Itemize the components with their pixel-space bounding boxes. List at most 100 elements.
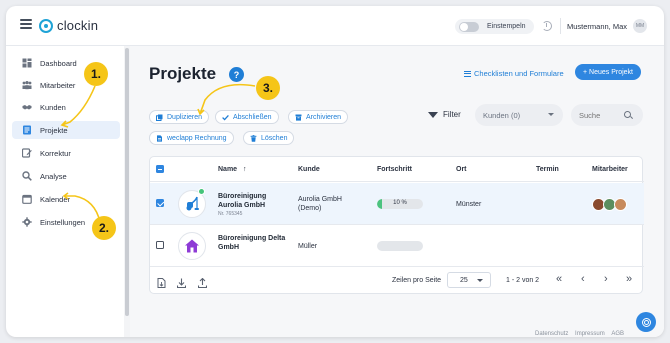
help-icon[interactable]: ? xyxy=(229,67,244,82)
sidebar-item-label: Kalender xyxy=(40,194,71,204)
sidebar-item-label: Mitarbeiter xyxy=(40,80,76,90)
app-window: clockin Einstempeln Mustermann, Max MM D… xyxy=(6,6,664,337)
row-checkbox[interactable] xyxy=(156,199,164,207)
users-icon xyxy=(22,80,32,90)
pagination-range: 1 - 2 von 2 xyxy=(506,277,540,284)
gear-icon xyxy=(22,217,32,227)
user-name[interactable]: Mustermann, Max xyxy=(567,22,627,31)
sidebar: Dashboard Mitarbeiter Kunden Projekte Ko… xyxy=(6,46,125,337)
progress-label: 10 % xyxy=(393,200,407,206)
clock-in-toggle[interactable]: Einstempeln xyxy=(455,19,534,34)
filter-button[interactable]: Filter xyxy=(428,110,461,119)
upload-icon[interactable] xyxy=(197,275,208,289)
first-page-button[interactable]: « xyxy=(556,274,562,285)
sidebar-item-label: Einstellungen xyxy=(40,217,86,227)
sidebar-item-label: Analyse xyxy=(40,171,67,181)
sidebar-item-korrektur[interactable]: Korrektur xyxy=(12,144,120,162)
project-number: Nr. 765345 xyxy=(218,211,243,217)
menu-icon[interactable] xyxy=(20,19,32,31)
trash-icon xyxy=(250,134,257,142)
column-header-progress[interactable]: Fortschritt xyxy=(377,166,412,173)
support-button[interactable] xyxy=(636,312,656,332)
sidebar-scrollbar-thumb[interactable] xyxy=(125,48,129,316)
search-icon xyxy=(22,171,32,181)
chevron-down-icon xyxy=(477,279,483,282)
imprint-link[interactable]: Impressum xyxy=(575,331,605,337)
terms-link[interactable]: AGB xyxy=(611,331,624,337)
column-header-location[interactable]: Ort xyxy=(456,166,467,173)
privacy-link[interactable]: Datenschutz xyxy=(535,331,568,337)
project-name[interactable]: Büroreinigung Delta GmbH xyxy=(218,234,288,252)
chevron-down-icon xyxy=(548,113,554,116)
new-project-button[interactable]: + Neues Projekt xyxy=(575,64,641,80)
archive-label: Archivieren xyxy=(306,113,342,121)
toggle-switch[interactable] xyxy=(459,21,479,32)
delete-button[interactable]: Löschen xyxy=(243,131,295,145)
select-all-checkbox[interactable] xyxy=(156,165,164,173)
avatar[interactable] xyxy=(614,198,627,211)
document-icon xyxy=(156,134,163,142)
app-name: clockin xyxy=(57,18,99,33)
divider xyxy=(560,18,561,34)
user-avatar[interactable]: MM xyxy=(633,19,647,33)
download-icon[interactable] xyxy=(176,275,187,289)
invoice-label: weclapp Rechnung xyxy=(167,134,227,142)
filter-label: Filter xyxy=(443,110,461,119)
customers-select[interactable]: Kunden (0) xyxy=(475,104,563,126)
search-input[interactable] xyxy=(571,104,643,126)
page-title: Projekte xyxy=(149,64,217,83)
progress-bar: 10 % xyxy=(377,199,423,209)
sidebar-item-analyse[interactable]: Analyse xyxy=(12,167,120,185)
clock-in-label: Einstempeln xyxy=(487,23,526,30)
app-logo[interactable]: clockin xyxy=(39,18,98,33)
sidebar-item-projekte[interactable]: Projekte xyxy=(12,121,120,139)
sidebar-item-label: Projekte xyxy=(40,125,68,135)
complete-label: Abschließen xyxy=(233,113,272,121)
row-checkbox[interactable] xyxy=(156,241,164,249)
sidebar-item-label: Korrektur xyxy=(40,148,71,158)
complete-button[interactable]: Abschließen xyxy=(215,110,279,124)
column-header-customer[interactable]: Kunde xyxy=(298,166,320,173)
rows-per-page-select[interactable]: 25 xyxy=(447,272,491,288)
copy-icon xyxy=(156,114,163,121)
clockin-logo-icon xyxy=(39,18,53,33)
sidebar-item-label: Kunden xyxy=(40,102,66,112)
last-page-button[interactable]: » xyxy=(626,274,632,285)
column-header-name[interactable]: Name ↑ xyxy=(218,166,247,173)
rows-per-page-value: 25 xyxy=(460,276,468,284)
rows-per-page-label: Zeilen pro Seite xyxy=(392,277,442,284)
table-footer: Zeilen pro Seite 25 1 - 2 von 2 « ‹ › » xyxy=(150,267,644,295)
project-name[interactable]: Büroreinigung Aurolia GmbH xyxy=(218,192,288,210)
history-icon[interactable] xyxy=(542,21,552,31)
list-icon xyxy=(464,70,471,77)
sidebar-item-kalender[interactable]: Kalender xyxy=(12,190,120,208)
export-file-icon[interactable] xyxy=(157,275,166,288)
column-header-name-label: Name xyxy=(218,166,238,173)
column-header-staff[interactable]: Mitarbeiter xyxy=(592,166,628,173)
handshake-icon xyxy=(22,102,32,112)
top-bar: clockin Einstempeln Mustermann, Max MM xyxy=(6,6,664,46)
main-content: Projekte ? Checklisten und Formulare + N… xyxy=(130,46,664,337)
prev-page-button[interactable]: ‹ xyxy=(581,274,585,285)
archive-button[interactable]: Archivieren xyxy=(288,110,349,124)
lifebuoy-icon xyxy=(641,317,651,327)
table-row[interactable]: Büroreinigung Aurolia GmbH Nr. 765345 Au… xyxy=(150,183,644,225)
projects-table: Name ↑ Kunde Fortschritt Ort Termin Mita… xyxy=(149,156,644,295)
table-row[interactable]: Büroreinigung Delta GmbH Müller xyxy=(150,225,644,267)
delete-label: Löschen xyxy=(261,134,288,142)
footer-links: Datenschutz Impressum AGB xyxy=(530,331,624,337)
checklists-link-label: Checklisten und Formulare xyxy=(474,69,564,78)
customers-select-value: Kunden (0) xyxy=(483,110,521,120)
column-header-date[interactable]: Termin xyxy=(536,166,559,173)
next-page-button[interactable]: › xyxy=(604,274,608,285)
duplicate-button[interactable]: Duplizieren xyxy=(149,110,210,124)
checklists-link[interactable]: Checklisten und Formulare xyxy=(464,69,564,78)
projects-icon xyxy=(22,125,32,135)
search-icon[interactable] xyxy=(624,111,631,118)
progress-bar xyxy=(377,241,423,251)
filter-icon xyxy=(428,111,438,118)
check-icon xyxy=(222,114,229,121)
invoice-button[interactable]: weclapp Rechnung xyxy=(149,131,234,145)
sidebar-item-kunden[interactable]: Kunden xyxy=(12,98,120,116)
duplicate-label: Duplizieren xyxy=(167,113,203,121)
